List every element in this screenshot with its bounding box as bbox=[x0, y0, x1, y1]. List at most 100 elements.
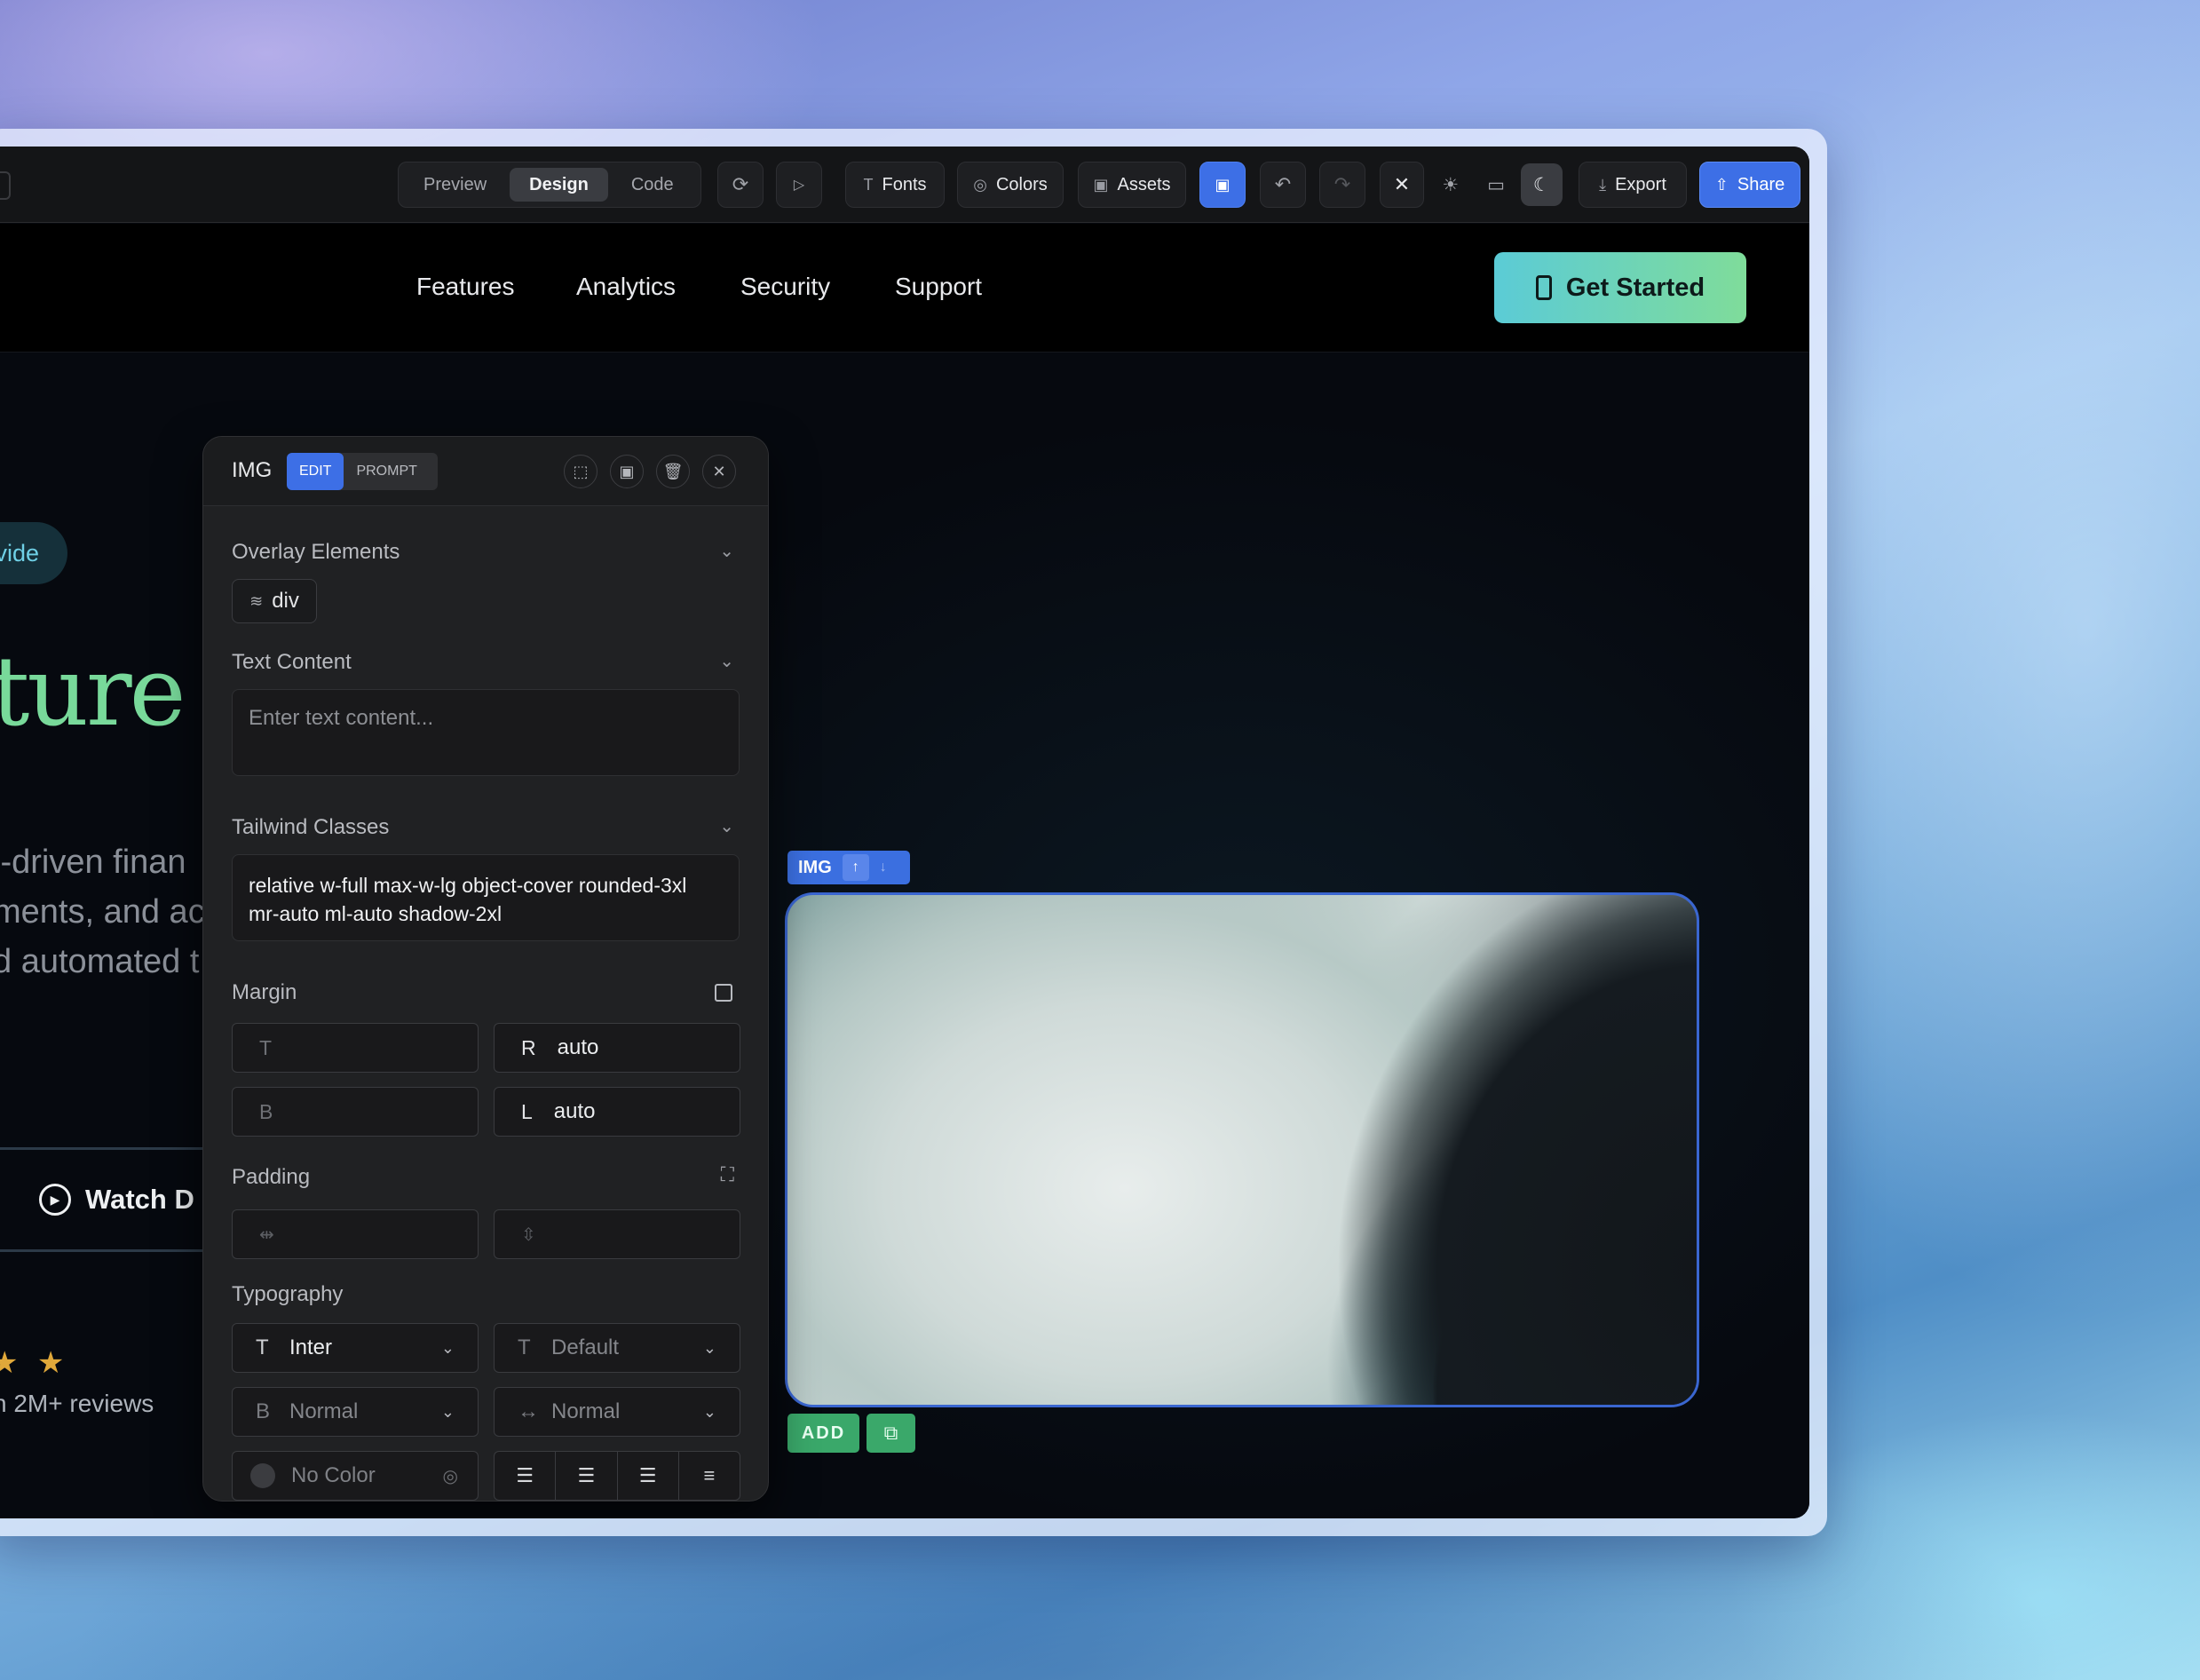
reviews-text: n 2M+ reviews bbox=[0, 1390, 154, 1417]
toolbar-left-control[interactable] bbox=[0, 171, 11, 200]
nav-link-analytics[interactable]: Analytics bbox=[576, 273, 676, 301]
horizontal-padding-icon: ⇹ bbox=[259, 1224, 274, 1245]
bold-icon: B bbox=[256, 1399, 271, 1423]
tab-design[interactable]: Design bbox=[510, 168, 608, 202]
overlay-elements-label: Overlay Elements bbox=[232, 540, 400, 564]
overlay-chip-div[interactable]: ≋ div bbox=[232, 579, 317, 623]
export-button[interactable]: ⤓ Export bbox=[1579, 162, 1687, 208]
tailwind-classes-value: relative w-full max-w-lg object-cover ro… bbox=[249, 874, 687, 925]
trash-icon: 🗑 bbox=[662, 462, 684, 480]
type-icon: T bbox=[256, 1335, 269, 1359]
text-align-group: ☰ ☰ ☰ ≡ bbox=[494, 1451, 740, 1501]
panel-tabs: EDIT PROMPT bbox=[287, 453, 438, 490]
nav-link-security[interactable]: Security bbox=[740, 273, 830, 301]
get-started-button[interactable]: Get Started bbox=[1494, 252, 1746, 323]
share-button[interactable]: ⇧ Share bbox=[1699, 162, 1800, 208]
font-size-select[interactable]: T Default ⌄ bbox=[494, 1323, 740, 1373]
hero-desc-line: l-driven finan bbox=[0, 844, 186, 881]
letter-spacing-select[interactable]: ↔ Normal ⌄ bbox=[494, 1387, 740, 1437]
margin-left-field[interactable]: L auto bbox=[494, 1087, 740, 1137]
panel-save-button[interactable]: ▣ bbox=[610, 455, 644, 488]
dark-mode-button[interactable]: ☾ bbox=[1520, 163, 1563, 206]
desktop-view-button[interactable]: ▭ bbox=[1475, 163, 1516, 206]
tab-prompt[interactable]: PROMPT bbox=[344, 453, 429, 490]
tab-edit[interactable]: EDIT bbox=[287, 453, 344, 490]
assets-button[interactable]: ▣ Assets bbox=[1078, 162, 1186, 208]
element-editor-panel: IMG EDIT PROMPT ⬚ ▣ 🗑 ✕ Overlay Elements… bbox=[202, 436, 769, 1502]
margin-bottom-label: B bbox=[259, 1099, 273, 1123]
assets-label: Assets bbox=[1117, 174, 1171, 194]
get-started-label: Get Started bbox=[1565, 273, 1705, 302]
margin-bottom-field[interactable]: B bbox=[232, 1087, 479, 1137]
fonts-label: Fonts bbox=[882, 174, 927, 194]
redo-button[interactable]: ↷ bbox=[1319, 162, 1365, 208]
nav-link-features[interactable]: Features bbox=[416, 273, 515, 301]
sun-icon: ☀ bbox=[1442, 174, 1460, 195]
font-weight-select[interactable]: B Normal ⌄ bbox=[232, 1387, 479, 1437]
arrow-up-icon: ↑ bbox=[851, 860, 859, 875]
margin-right-field[interactable]: R auto bbox=[494, 1023, 740, 1073]
light-mode-button[interactable]: ☀ bbox=[1429, 163, 1471, 206]
square-icon[interactable] bbox=[715, 984, 732, 1002]
text-content-input[interactable]: Enter text content... bbox=[232, 689, 740, 776]
monitor-icon: ▭ bbox=[1487, 174, 1505, 195]
move-down-button[interactable]: ↓ bbox=[880, 860, 887, 876]
expand-icon[interactable]: ⛶ bbox=[721, 1163, 734, 1186]
selection-tag: IMG ↑ ↓ bbox=[787, 851, 910, 884]
rating-stars: ★ ★ bbox=[0, 1346, 70, 1380]
close-button[interactable]: ✕ bbox=[1380, 162, 1424, 208]
chevron-down-icon[interactable]: ⌄ bbox=[719, 650, 734, 672]
align-right-button[interactable]: ☰ bbox=[618, 1452, 679, 1500]
add-element-button[interactable]: ADD bbox=[787, 1414, 859, 1453]
font-weight-value: Normal bbox=[289, 1399, 359, 1423]
panel-close-button[interactable]: ✕ bbox=[702, 455, 736, 488]
mode-switcher: Preview Design Code bbox=[398, 162, 701, 208]
text-color-field[interactable]: No Color ◎ bbox=[232, 1451, 479, 1501]
duplicate-button[interactable]: ⧉ bbox=[867, 1414, 915, 1453]
padding-vertical-field[interactable]: ⇳ bbox=[494, 1209, 740, 1259]
chevron-down-icon: ⌄ bbox=[702, 1338, 716, 1357]
margin-label: Margin bbox=[232, 980, 297, 1004]
font-family-select[interactable]: T Inter ⌄ bbox=[232, 1323, 479, 1373]
undo-button[interactable]: ↶ bbox=[1260, 162, 1306, 208]
chevron-down-icon[interactable]: ⌄ bbox=[719, 540, 734, 562]
select-element-button[interactable]: ⬚ bbox=[564, 455, 597, 488]
hero-description: l-driven finan ments, and ac d automated t bbox=[0, 837, 205, 987]
padding-horizontal-field[interactable]: ⇹ bbox=[232, 1209, 479, 1259]
vertical-padding-icon: ⇳ bbox=[521, 1224, 536, 1245]
move-up-button[interactable]: ↑ bbox=[842, 854, 869, 881]
palette-icon[interactable]: ◎ bbox=[443, 1465, 458, 1487]
margin-top-field[interactable]: T bbox=[232, 1023, 479, 1073]
hero-image[interactable] bbox=[785, 892, 1699, 1407]
fonts-button[interactable]: T Fonts bbox=[845, 162, 945, 208]
delete-button[interactable]: 🗑 bbox=[656, 455, 690, 488]
colors-button[interactable]: ◎ Colors bbox=[957, 162, 1064, 208]
color-swatch bbox=[250, 1463, 275, 1488]
margin-left-label: L bbox=[521, 1099, 533, 1123]
chevron-down-icon: ⌄ bbox=[440, 1338, 455, 1357]
tailwind-classes-label: Tailwind Classes bbox=[232, 815, 390, 839]
text-color-value: No Color bbox=[291, 1463, 376, 1487]
nav-link-support[interactable]: Support bbox=[895, 273, 982, 301]
panel-header: IMG EDIT PROMPT ⬚ ▣ 🗑 ✕ bbox=[203, 437, 768, 506]
align-justify-button[interactable]: ≡ bbox=[679, 1452, 740, 1500]
align-left-button[interactable]: ☰ bbox=[495, 1452, 557, 1500]
watch-demo-button[interactable]: ▶ Watch D bbox=[0, 1147, 213, 1252]
refresh-button[interactable]: ⟳ bbox=[717, 162, 764, 208]
padding-label: Padding bbox=[232, 1165, 311, 1189]
cursor-icon: ⬚ bbox=[573, 462, 589, 480]
tab-preview[interactable]: Preview bbox=[404, 168, 506, 202]
hero-title: ture bbox=[0, 637, 186, 748]
share-label: Share bbox=[1737, 174, 1785, 194]
close-icon: ✕ bbox=[1393, 173, 1411, 195]
play-button[interactable]: ▷ bbox=[776, 162, 822, 208]
text-content-placeholder: Enter text content... bbox=[249, 706, 434, 730]
share-icon: ⇧ bbox=[1714, 175, 1729, 194]
tab-code[interactable]: Code bbox=[612, 168, 693, 202]
align-center-button[interactable]: ☰ bbox=[556, 1452, 618, 1500]
site-nav: Features Analytics Security Support Get … bbox=[0, 224, 1809, 353]
chevron-down-icon[interactable]: ⌄ bbox=[719, 815, 734, 837]
save-button[interactable]: ▣ bbox=[1199, 162, 1246, 208]
tailwind-classes-input[interactable]: relative w-full max-w-lg object-cover ro… bbox=[232, 854, 740, 941]
font-family-value: Inter bbox=[289, 1335, 333, 1359]
